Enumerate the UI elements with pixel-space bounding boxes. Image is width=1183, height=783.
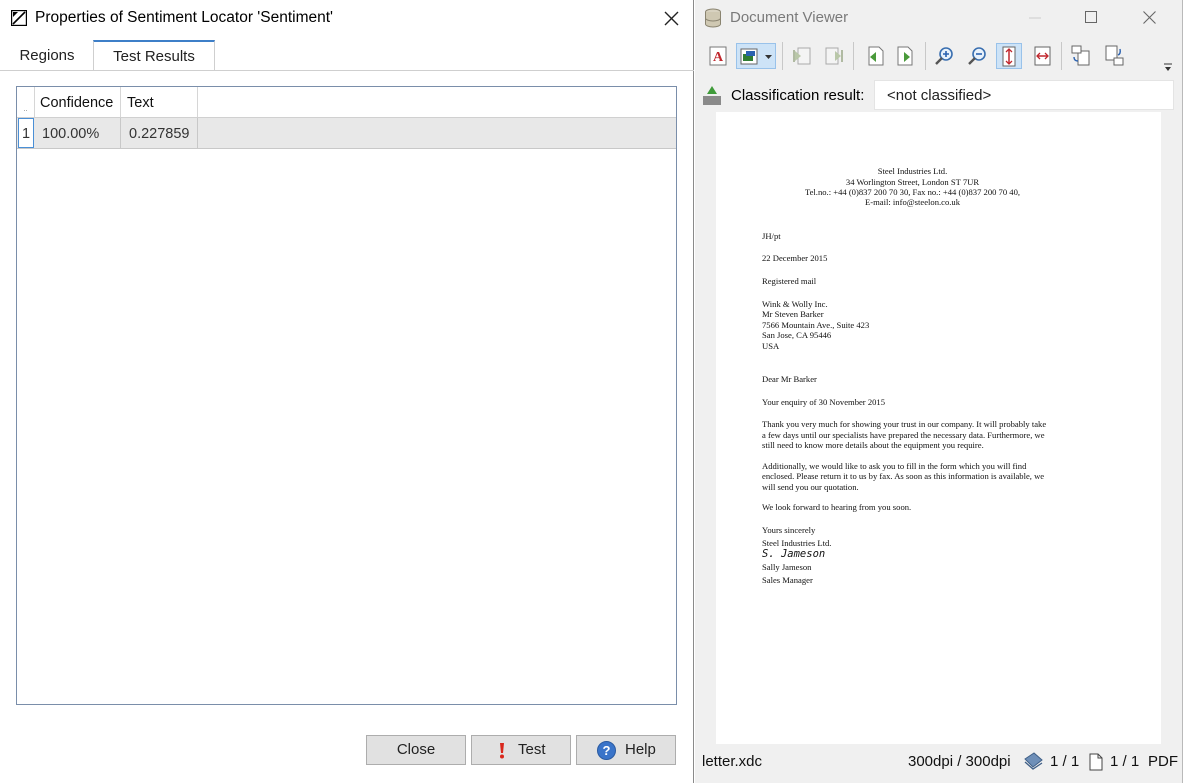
status-format: PDF — [1148, 753, 1178, 770]
fit-width-icon[interactable] — [1030, 43, 1056, 69]
letter-paragraph-line: a few days until our specialists have pr… — [762, 430, 1045, 440]
classification-label: Classification result: — [731, 87, 865, 104]
letter-address-line: 7566 Mountain Ave., Suite 423 — [762, 320, 870, 330]
dialog-title: Properties of Sentiment Locator 'Sentime… — [35, 9, 333, 26]
next-page-icon[interactable] — [893, 43, 919, 69]
letter-header-line: Steel Industries Ltd. — [877, 166, 948, 176]
page-stack-icon — [1022, 751, 1044, 771]
exclamation-icon — [498, 742, 506, 759]
previous-page-icon[interactable] — [861, 43, 887, 69]
svg-text:?: ? — [603, 743, 611, 758]
help-icon: ? — [597, 741, 616, 760]
minimize-icon[interactable] — [1029, 17, 1041, 19]
letter-role: Sales Manager — [762, 575, 813, 585]
row-index[interactable]: 1 — [18, 118, 34, 148]
letter-header-line: Tel.no.: +44 (0)837 200 70 30, Fax no.: … — [804, 187, 1021, 197]
letter-salutation: Dear Mr Barker — [762, 374, 817, 384]
cell-confidence[interactable]: 100.00% — [42, 118, 99, 150]
viewer-title: Document Viewer — [730, 9, 849, 26]
text-mode-icon[interactable]: A — [705, 43, 731, 69]
viewer-close-icon[interactable] — [1143, 11, 1156, 24]
letter-address-line: USA — [762, 341, 780, 351]
letter-address-line: San Jose, CA 95446 — [762, 330, 832, 340]
letter-date: 22 December 2015 — [762, 253, 828, 263]
status-pages-a: 1 / 1 — [1050, 753, 1080, 770]
test-button[interactable]: Test — [471, 735, 571, 765]
column-separator — [197, 118, 198, 149]
status-dpi: 300dpi / 300dpi — [908, 753, 1011, 770]
letter-paragraph-line: still need to know more details about th… — [762, 440, 984, 450]
letter-address-line: Wink & Wolly Inc. — [762, 299, 828, 309]
table-row[interactable] — [17, 117, 676, 149]
svg-text:A: A — [713, 50, 724, 65]
column-header-confidence[interactable]: Confidence — [40, 87, 120, 119]
toolbar-separator — [782, 42, 783, 70]
classification-icon — [701, 84, 723, 106]
letter-header-line: 34 Worlington Street, London ST 7UR — [845, 177, 980, 187]
help-button[interactable]: ? Help — [576, 735, 676, 765]
last-page-icon[interactable] — [821, 43, 847, 69]
classification-result-field[interactable]: <not classified> — [874, 80, 1174, 110]
letter-paragraph-line: Additionally, we would like to ask you t… — [762, 461, 1027, 471]
column-separator — [120, 118, 121, 149]
tab-test-results[interactable]: Test Results — [93, 40, 215, 71]
maximize-icon[interactable] — [1085, 11, 1097, 23]
dialog-close-icon[interactable] — [664, 11, 679, 26]
letter-address-line: Mr Steven Barker — [762, 309, 824, 319]
letter-signature: S. Jameson — [762, 548, 826, 560]
toolbar-separator — [925, 42, 926, 70]
page-icon — [1089, 753, 1103, 771]
grid-corner: .. — [17, 87, 34, 119]
locator-icon — [11, 10, 27, 26]
letter-mail-type: Registered mail — [762, 276, 817, 286]
rotate-right-icon[interactable] — [1101, 43, 1127, 69]
test-button-label: Test — [518, 741, 546, 758]
document-page[interactable]: Steel Industries Ltd. 34 Worlington Stre… — [716, 112, 1161, 744]
database-icon — [704, 8, 722, 28]
zoom-in-icon[interactable] — [932, 43, 958, 69]
column-separator — [34, 87, 35, 119]
letter-paragraph-line: enclosed. Please return it to us by fax.… — [762, 471, 1045, 481]
status-filename: letter.xdc — [702, 753, 763, 770]
page-gutter-left — [695, 112, 716, 744]
letter-closing: Yours sincerely — [762, 525, 816, 535]
close-button[interactable]: Close — [366, 735, 466, 765]
letter-subject: Your enquiry of 30 November 2015 — [762, 397, 886, 407]
tab-divider — [0, 70, 694, 71]
letter-reference: JH/pt — [762, 231, 781, 241]
letter-paragraph-line: will send you our quotation. — [762, 482, 859, 492]
vertical-scrollbar[interactable] — [1161, 112, 1182, 744]
letter-header-line: E-mail: info@steelon.co.uk — [864, 197, 961, 207]
cell-text[interactable]: 0.227859 — [129, 118, 189, 150]
properties-dialog: Properties of Sentiment Locator 'Sentime… — [0, 0, 694, 783]
letter-closing-line: We look forward to hearing from you soon… — [762, 502, 912, 512]
toolbar-separator — [853, 42, 854, 70]
results-grid[interactable]: .. Confidence Text 1 100.00% 0.227859 — [16, 86, 677, 705]
tab-regions[interactable]: Regions — [0, 41, 94, 71]
status-pages-b: 1 / 1 — [1110, 753, 1140, 770]
toolbar-overflow-icon[interactable] — [1163, 63, 1173, 72]
zoom-out-icon[interactable] — [965, 43, 991, 69]
column-separator — [197, 87, 198, 119]
first-page-icon[interactable] — [789, 43, 815, 69]
letter-signer: Sally Jameson — [762, 562, 812, 572]
fit-height-icon[interactable] — [996, 43, 1022, 69]
rotate-left-icon[interactable] — [1068, 43, 1094, 69]
letter-paragraph-line: Thank you very much for showing your tru… — [762, 419, 1047, 429]
toolbar-separator — [1061, 42, 1062, 70]
help-button-label: Help — [625, 741, 656, 758]
column-header-text[interactable]: Text — [127, 87, 197, 119]
column-separator — [120, 87, 121, 119]
letter-company: Steel Industries Ltd. — [762, 538, 832, 548]
image-mode-dropdown[interactable] — [736, 43, 776, 69]
